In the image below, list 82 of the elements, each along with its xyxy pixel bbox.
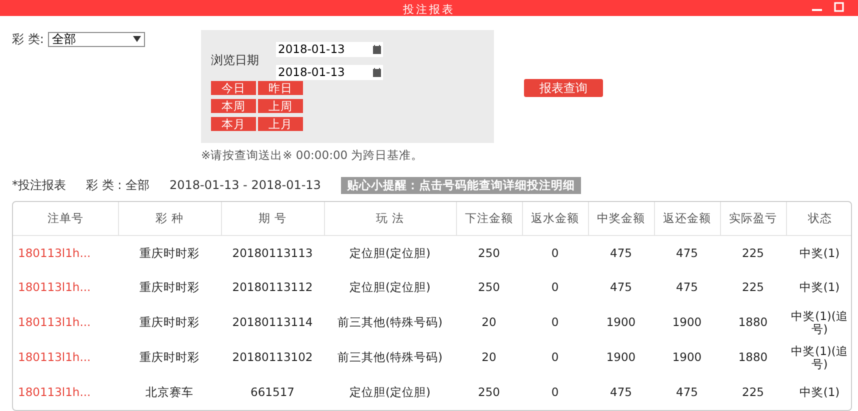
lottery-filter-text: 彩 类 : 全部 <box>86 177 150 194</box>
table-cell: 20 <box>482 350 496 364</box>
column-header: 实际盈亏 <box>720 202 786 236</box>
bet-id-link[interactable]: 180113l1h... <box>18 280 91 294</box>
column-header: 期 号 <box>221 202 324 236</box>
table-cell: 0 <box>551 315 559 330</box>
column-header: 返水金额 <box>522 202 588 236</box>
table-cell: 中奖(1) <box>799 280 840 294</box>
column-header: 下注金额 <box>456 202 522 236</box>
column-header: 返还金额 <box>654 202 720 236</box>
date-range-button[interactable]: 本月 <box>211 117 256 131</box>
date-range-button[interactable]: 上周 <box>258 99 303 113</box>
table-cell: 重庆时时彩 <box>140 246 200 260</box>
table-cell: 定位胆(定位胆) <box>350 385 430 400</box>
table-cell: 250 <box>478 280 500 294</box>
table-cell: 中奖(1) <box>799 246 840 260</box>
date-range-button[interactable]: 昨日 <box>258 81 303 95</box>
date-range-text: 2018-01-13 - 2018-01-13 <box>170 177 321 194</box>
table-cell: 1900 <box>672 315 702 330</box>
table-cell: 重庆时时彩 <box>140 315 200 330</box>
bet-id-link[interactable]: 180113l1h... <box>18 246 91 260</box>
table-cell: 661517 <box>250 385 294 400</box>
table-cell: 前三其他(特殊号码) <box>338 350 442 364</box>
calendar-icon[interactable] <box>373 68 381 77</box>
table-cell: 中奖(1)(追号) <box>791 308 848 336</box>
date-range-button[interactable]: 本周 <box>211 99 256 113</box>
column-header: 中奖金额 <box>588 202 654 236</box>
calendar-icon[interactable] <box>373 45 381 54</box>
table-cell: 1880 <box>738 315 768 330</box>
date-label: 浏览日期 <box>211 52 259 69</box>
table-cell: 重庆时时彩 <box>140 280 200 294</box>
table-cell: 1900 <box>672 350 702 364</box>
table-cell: 20180113112 <box>232 280 313 294</box>
bet-id-link[interactable]: 180113l1h... <box>18 315 91 330</box>
date-range-button[interactable]: 上月 <box>258 117 303 131</box>
column-header: 彩 种 <box>118 202 221 236</box>
date-field[interactable]: 2018-01-13 <box>276 42 383 57</box>
table-cell: 225 <box>742 280 764 294</box>
table-cell: 475 <box>610 280 632 294</box>
report-title: *投注报表 <box>12 177 66 194</box>
table-cell: 250 <box>478 385 500 400</box>
window-title: 投注报表 <box>403 3 455 16</box>
date-field[interactable]: 2018-01-13 <box>276 65 383 80</box>
table-cell: 中奖(1) <box>799 385 840 400</box>
table-cell: 1900 <box>606 350 636 364</box>
caret-icon <box>132 36 141 42</box>
lottery-select[interactable]: 全部 <box>48 32 145 46</box>
table-cell: 定位胆(定位胆) <box>350 280 430 294</box>
bet-id-link[interactable]: 180113l1h... <box>18 350 91 364</box>
table-cell: 1900 <box>606 315 636 330</box>
table-cell: 475 <box>610 385 632 400</box>
tip-banner: 贴心小提醒：点击号码能查询详细投注明细 <box>340 176 581 194</box>
maximize-icon[interactable] <box>834 2 844 12</box>
column-header: 注单号 <box>13 202 118 236</box>
table-cell: 475 <box>676 280 698 294</box>
table-cell: 0 <box>551 246 559 260</box>
table-cell: 475 <box>610 246 632 260</box>
table-cell: 0 <box>551 385 559 400</box>
table-cell: 475 <box>676 246 698 260</box>
bet-id-link[interactable]: 180113l1h... <box>18 385 91 400</box>
report-query-button[interactable]: 报表查询 <box>524 79 603 97</box>
table-cell: 20180113102 <box>232 350 313 364</box>
table-cell: 0 <box>551 350 559 364</box>
table-cell: 475 <box>676 385 698 400</box>
table-cell: 0 <box>551 280 559 294</box>
table-cell: 225 <box>742 385 764 400</box>
date-range-button[interactable]: 今日 <box>211 81 256 95</box>
filter-label: 彩 类: <box>12 31 44 48</box>
table-cell: 225 <box>742 246 764 260</box>
table-cell: 重庆时时彩 <box>140 350 200 364</box>
table-cell: 定位胆(定位胆) <box>350 246 430 260</box>
table-cell: 北京赛车 <box>146 385 194 400</box>
table-cell: 前三其他(特殊号码) <box>338 315 442 330</box>
table-cell: 20180113114 <box>232 315 313 330</box>
table-cell: 1880 <box>738 350 768 364</box>
table-cell: 250 <box>478 246 500 260</box>
column-header: 玩 法 <box>324 202 456 236</box>
table-cell: 20 <box>482 315 496 330</box>
table-cell: 中奖(1)(追号) <box>791 344 848 371</box>
table-cell: 20180113113 <box>232 246 313 260</box>
query-note: ※请按查询送出※ 00:00:00 为跨日基准。 <box>201 147 424 164</box>
column-header: 状态 <box>786 202 851 236</box>
